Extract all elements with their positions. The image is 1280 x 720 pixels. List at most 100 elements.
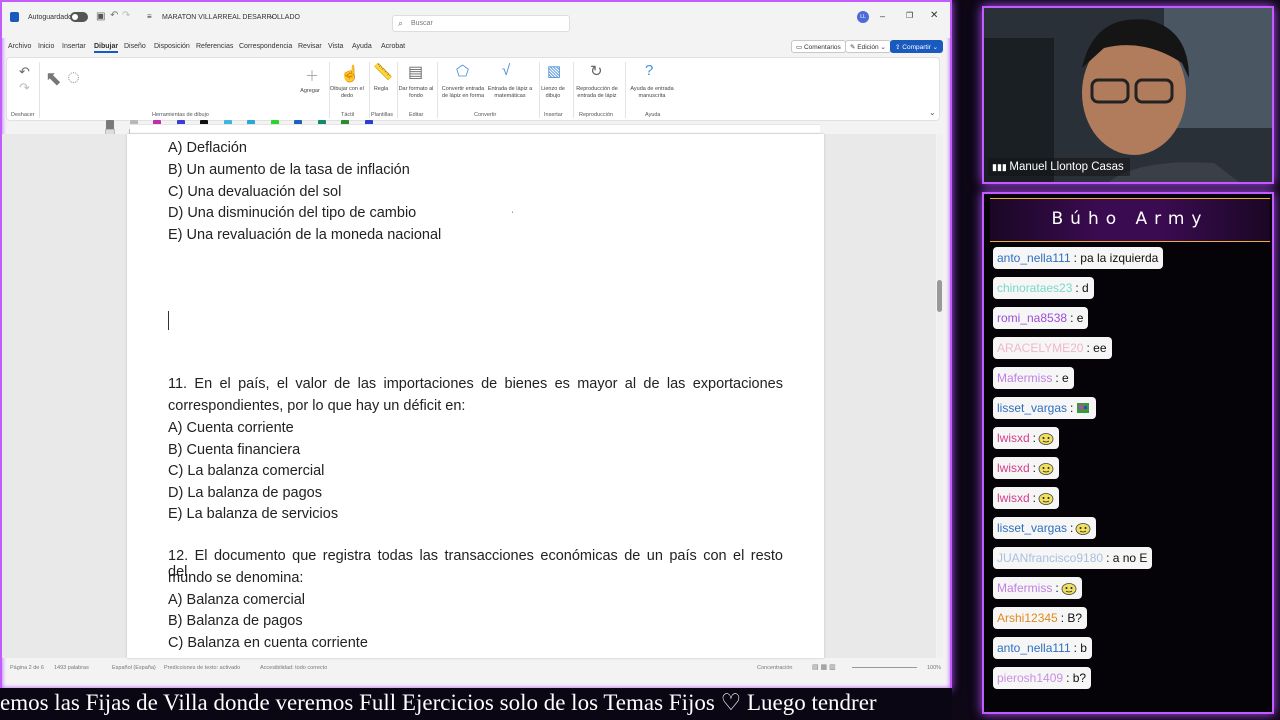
document-line: D) Una disminución del tipo de cambio (168, 205, 417, 221)
chat-username[interactable]: lwisxd (997, 491, 1030, 505)
avatar[interactable]: LL (857, 11, 869, 23)
chat-username[interactable]: lisset_vargas (997, 521, 1067, 535)
tab-dibujar[interactable]: Dibujar (94, 43, 119, 53)
pixel-emote-icon (1075, 401, 1091, 415)
divider (437, 62, 438, 118)
chat-username[interactable]: anto_nella111 (997, 641, 1071, 655)
chat-text: : (1032, 491, 1037, 505)
face-emote-icon (1061, 581, 1077, 595)
tab-insertar[interactable]: Insertar (62, 43, 86, 50)
language-status[interactable]: Español (España) (112, 665, 156, 671)
face-emote-icon (1075, 521, 1091, 535)
presenter-name: Manuel Llontop Casas (1009, 161, 1124, 173)
predictions-status[interactable]: Predicciones de texto: activado (164, 665, 240, 671)
minimize-icon[interactable]: – (880, 11, 885, 21)
draw-finger-icon[interactable]: ☝ (340, 64, 360, 84)
group-label-insert: Insertar (544, 112, 563, 118)
scrollbar-thumb[interactable] (937, 280, 942, 312)
vertical-scrollbar[interactable] (937, 134, 943, 658)
tab-revisar[interactable]: Revisar (298, 43, 322, 50)
chat-username[interactable]: JUANfrancisco9180 (997, 551, 1103, 565)
select-pointer-icon[interactable]: ⬉ (45, 66, 62, 91)
chat-username[interactable]: ARACELYME20 (997, 341, 1083, 355)
undo-icon[interactable]: ↶ (19, 64, 30, 80)
search-placeholder: Buscar (411, 20, 433, 27)
comments-label: Comentarios (803, 44, 841, 51)
chat-text: : ee (1086, 341, 1107, 355)
chat-username[interactable]: lwisxd (997, 461, 1030, 475)
document-line: E) Una revaluación de la moneda nacional (168, 227, 442, 243)
tab-ayuda[interactable]: Ayuda (352, 43, 372, 50)
zoom-level[interactable]: 100% (927, 665, 941, 671)
chat-username[interactable]: lwisxd (997, 431, 1030, 445)
editing-mode-button[interactable]: ✎ Edición ⌄ (845, 40, 891, 53)
signal-icon: ▮▮▮ (992, 162, 1010, 172)
accessibility-status[interactable]: Accesibilidad: todo correcto (260, 665, 327, 671)
tab-inicio[interactable]: Inicio (38, 43, 54, 50)
tab-correspondencia[interactable]: Correspondencia (239, 43, 292, 50)
quick-access-chevron-icon[interactable]: ≡ (147, 12, 152, 21)
document-line: C) La balanza comercial (168, 463, 325, 479)
chat-username[interactable]: Mafermiss (997, 581, 1052, 595)
word-count[interactable]: 1493 palabras (54, 665, 89, 671)
ruler-label: Regla (373, 86, 389, 92)
drawing-canvas-icon[interactable]: ▧ (547, 62, 561, 80)
group-label-convert: Convertir (474, 112, 497, 118)
search-icon: ⌕ (398, 18, 404, 28)
document-title[interactable]: MARATON VILLARREAL DESARROLLADO (162, 14, 300, 21)
format-background-icon[interactable]: ▤ (408, 62, 423, 82)
add-pen-icon[interactable]: ＋ (305, 66, 319, 86)
title-chevron-icon[interactable]: ⌄ (269, 12, 275, 20)
chat-message: romi_na8538: e (993, 307, 1089, 329)
tab-disposicion[interactable]: Disposición (154, 43, 190, 50)
share-label: Compartir (902, 44, 931, 51)
tab-acrobat[interactable]: Acrobat (381, 43, 405, 50)
document-line: C) Balanza en cuenta corriente (168, 635, 368, 651)
chat-username[interactable]: Arshi12345 (997, 611, 1058, 625)
focus-mode[interactable]: Concentración (757, 665, 792, 671)
chat-username[interactable]: Mafermiss (997, 371, 1052, 385)
redo-icon[interactable]: ↷ (19, 80, 30, 96)
ink-replay-icon[interactable]: ↻ (590, 62, 603, 80)
status-bar: Página 2 de 6 1493 palabras Español (Esp… (2, 660, 950, 674)
tab-diseno[interactable]: Diseño (124, 43, 146, 50)
tab-referencias[interactable]: Referencias (196, 43, 233, 50)
comments-button[interactable]: ▭ Comentarios (791, 40, 846, 53)
chat-username[interactable]: lisset_vargas (997, 401, 1067, 415)
chat-username[interactable]: romi_na8538 (997, 311, 1067, 325)
search-input[interactable]: ⌕ Buscar (392, 15, 570, 32)
ink-replay-label: Reproducción de entrada de lápiz (576, 86, 618, 99)
group-label-touch: Táctil (341, 112, 355, 118)
chat-username[interactable]: chinorataes23 (997, 281, 1072, 295)
ink-math-icon[interactable]: √ (502, 62, 510, 79)
save-icon[interactable]: ▣ (96, 11, 105, 22)
chat-message: Arshi12345: B? (993, 607, 1088, 629)
convert-shape-label: Convertir entrada de lápiz en forma (441, 86, 485, 99)
document-line: A) Deflación (168, 140, 247, 156)
undo-group-label: Deshacer (11, 112, 35, 118)
tab-archivo[interactable]: Archivo (8, 43, 31, 50)
tab-vista[interactable]: Vista (328, 43, 343, 50)
page-count[interactable]: Página 2 de 6 (10, 665, 44, 671)
face-emote-icon (1038, 491, 1054, 505)
zoom-slider[interactable] (852, 667, 917, 668)
lasso-icon[interactable]: ◌ (67, 64, 80, 90)
share-button[interactable]: ⇪ Compartir ⌄ (890, 40, 944, 53)
chat-message: chinorataes23: d (993, 277, 1094, 299)
drawing-tools-group-label: Herramientas de dibujo (152, 112, 209, 118)
collapse-ribbon-chevron-icon[interactable]: ⌄ (929, 108, 936, 117)
ink-help-icon[interactable]: ? (645, 62, 653, 79)
read-mode-icon[interactable]: ▤ ▦ ▥ (812, 663, 836, 671)
close-icon[interactable]: ✕ (930, 10, 938, 21)
chat-panel (982, 192, 1274, 714)
restore-icon[interactable]: ❐ (906, 11, 913, 20)
chat-username[interactable]: pierosh1409 (997, 671, 1063, 685)
chat-message: anto_nella111: b (993, 637, 1092, 659)
autosave-toggle[interactable] (70, 12, 88, 22)
convert-shape-icon[interactable]: ⬠ (456, 62, 469, 80)
redo-icon[interactable]: ↷ (122, 10, 130, 21)
group-label-templates: Plantillas (371, 112, 394, 118)
ruler-icon[interactable]: 📏 (373, 62, 393, 82)
chat-username[interactable]: anto_nella111 (997, 251, 1071, 265)
undo-icon[interactable]: ↶ (110, 10, 118, 21)
